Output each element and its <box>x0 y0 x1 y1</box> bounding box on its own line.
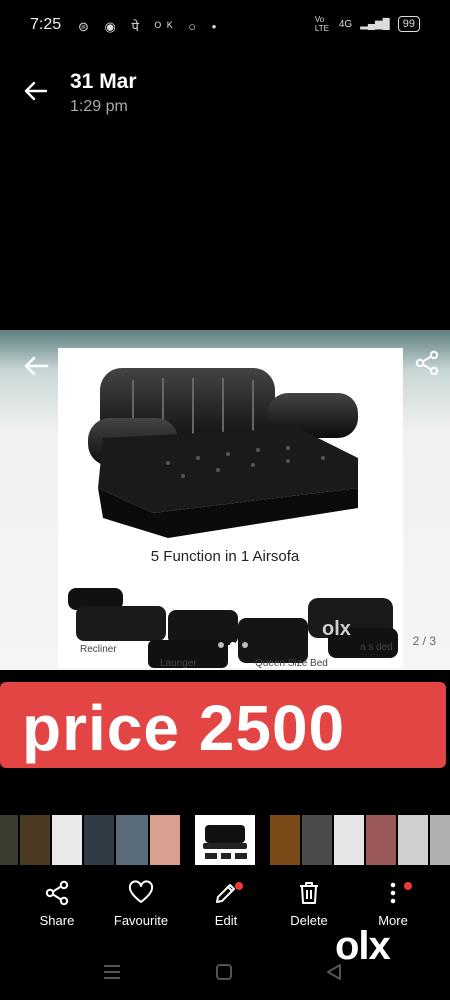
thumbnail[interactable] <box>0 815 18 865</box>
image-back-arrow-icon[interactable] <box>22 352 50 380</box>
product-caption: 5 Function in 1 Airsofa <box>150 548 300 565</box>
thumbnail-selected[interactable] <box>195 815 255 865</box>
more-badge <box>404 882 412 890</box>
product-image <box>58 348 403 668</box>
carousel-dot <box>242 642 248 648</box>
home-icon[interactable] <box>214 963 234 981</box>
photo-time: 1:29 pm <box>70 98 128 115</box>
thumbnail[interactable] <box>270 815 300 865</box>
more-button[interactable]: More <box>348 880 438 928</box>
thumbnail[interactable] <box>430 815 450 865</box>
signal-icon: ▂▄▆█ <box>360 18 390 30</box>
delete-button[interactable]: Delete <box>264 880 354 928</box>
thumbnail[interactable] <box>52 815 82 865</box>
thumbnail[interactable] <box>116 815 148 865</box>
share-button[interactable]: Share <box>12 880 102 928</box>
favourite-label: Favourite <box>113 913 169 928</box>
edit-button[interactable]: Edit <box>181 880 271 928</box>
thumbnail-strip[interactable] <box>0 815 450 865</box>
edit-label: Edit <box>214 913 238 928</box>
caption-recliner: Recliner <box>80 644 117 655</box>
status-bar: 7:25 ⊜ ◉ पे ᴼᴷ ○ • Vo LTE 4G ▂▄▆█ 99 <box>0 0 450 50</box>
favourite-button[interactable]: Favourite <box>96 880 186 928</box>
volte-label: Vo LTE <box>314 15 329 33</box>
system-nav-bar <box>0 955 450 995</box>
share-icon <box>45 880 69 906</box>
thumbnail[interactable] <box>150 815 180 865</box>
more-vertical-icon <box>390 882 396 904</box>
thumbnail[interactable] <box>20 815 50 865</box>
thumbnail[interactable] <box>366 815 396 865</box>
recents-icon[interactable] <box>102 963 122 981</box>
back-arrow-icon[interactable] <box>22 78 48 104</box>
thumbnail[interactable] <box>398 815 428 865</box>
battery-icon: 99 <box>397 16 420 32</box>
carousel-dot-active <box>230 642 236 648</box>
thumbnail[interactable] <box>334 815 364 865</box>
price-text: price 2500 <box>22 692 346 764</box>
page-indicator: 2 / 3 <box>412 634 436 648</box>
back-icon[interactable] <box>324 963 344 981</box>
notification-icons: ⊜ ◉ पे ᴼᴷ ○ • <box>78 19 223 34</box>
caption-queen-bed: Queen Size Bed <box>255 658 328 669</box>
thumbnail[interactable] <box>302 815 332 865</box>
photo-date: 31 Mar <box>70 70 137 93</box>
caption-bed: a s ded <box>360 642 393 653</box>
carousel-dots <box>218 642 248 648</box>
network-label: 4G <box>338 18 353 30</box>
photo-viewer[interactable]: 5 Function in 1 Airsofa Recliner Launger… <box>0 330 450 670</box>
thumbnail-sofa-image <box>203 825 247 859</box>
heart-icon <box>128 880 154 903</box>
carousel-dot <box>218 642 224 648</box>
status-time: 7:25 <box>30 16 62 33</box>
share-label: Share <box>39 913 75 928</box>
edit-badge <box>235 882 243 890</box>
image-watermark: olx <box>322 618 351 640</box>
sofa-illustration <box>68 368 398 668</box>
caption-launger: Launger <box>160 658 197 669</box>
image-share-icon[interactable] <box>414 350 440 376</box>
thumbnail[interactable] <box>84 815 114 865</box>
trash-icon <box>300 882 318 904</box>
